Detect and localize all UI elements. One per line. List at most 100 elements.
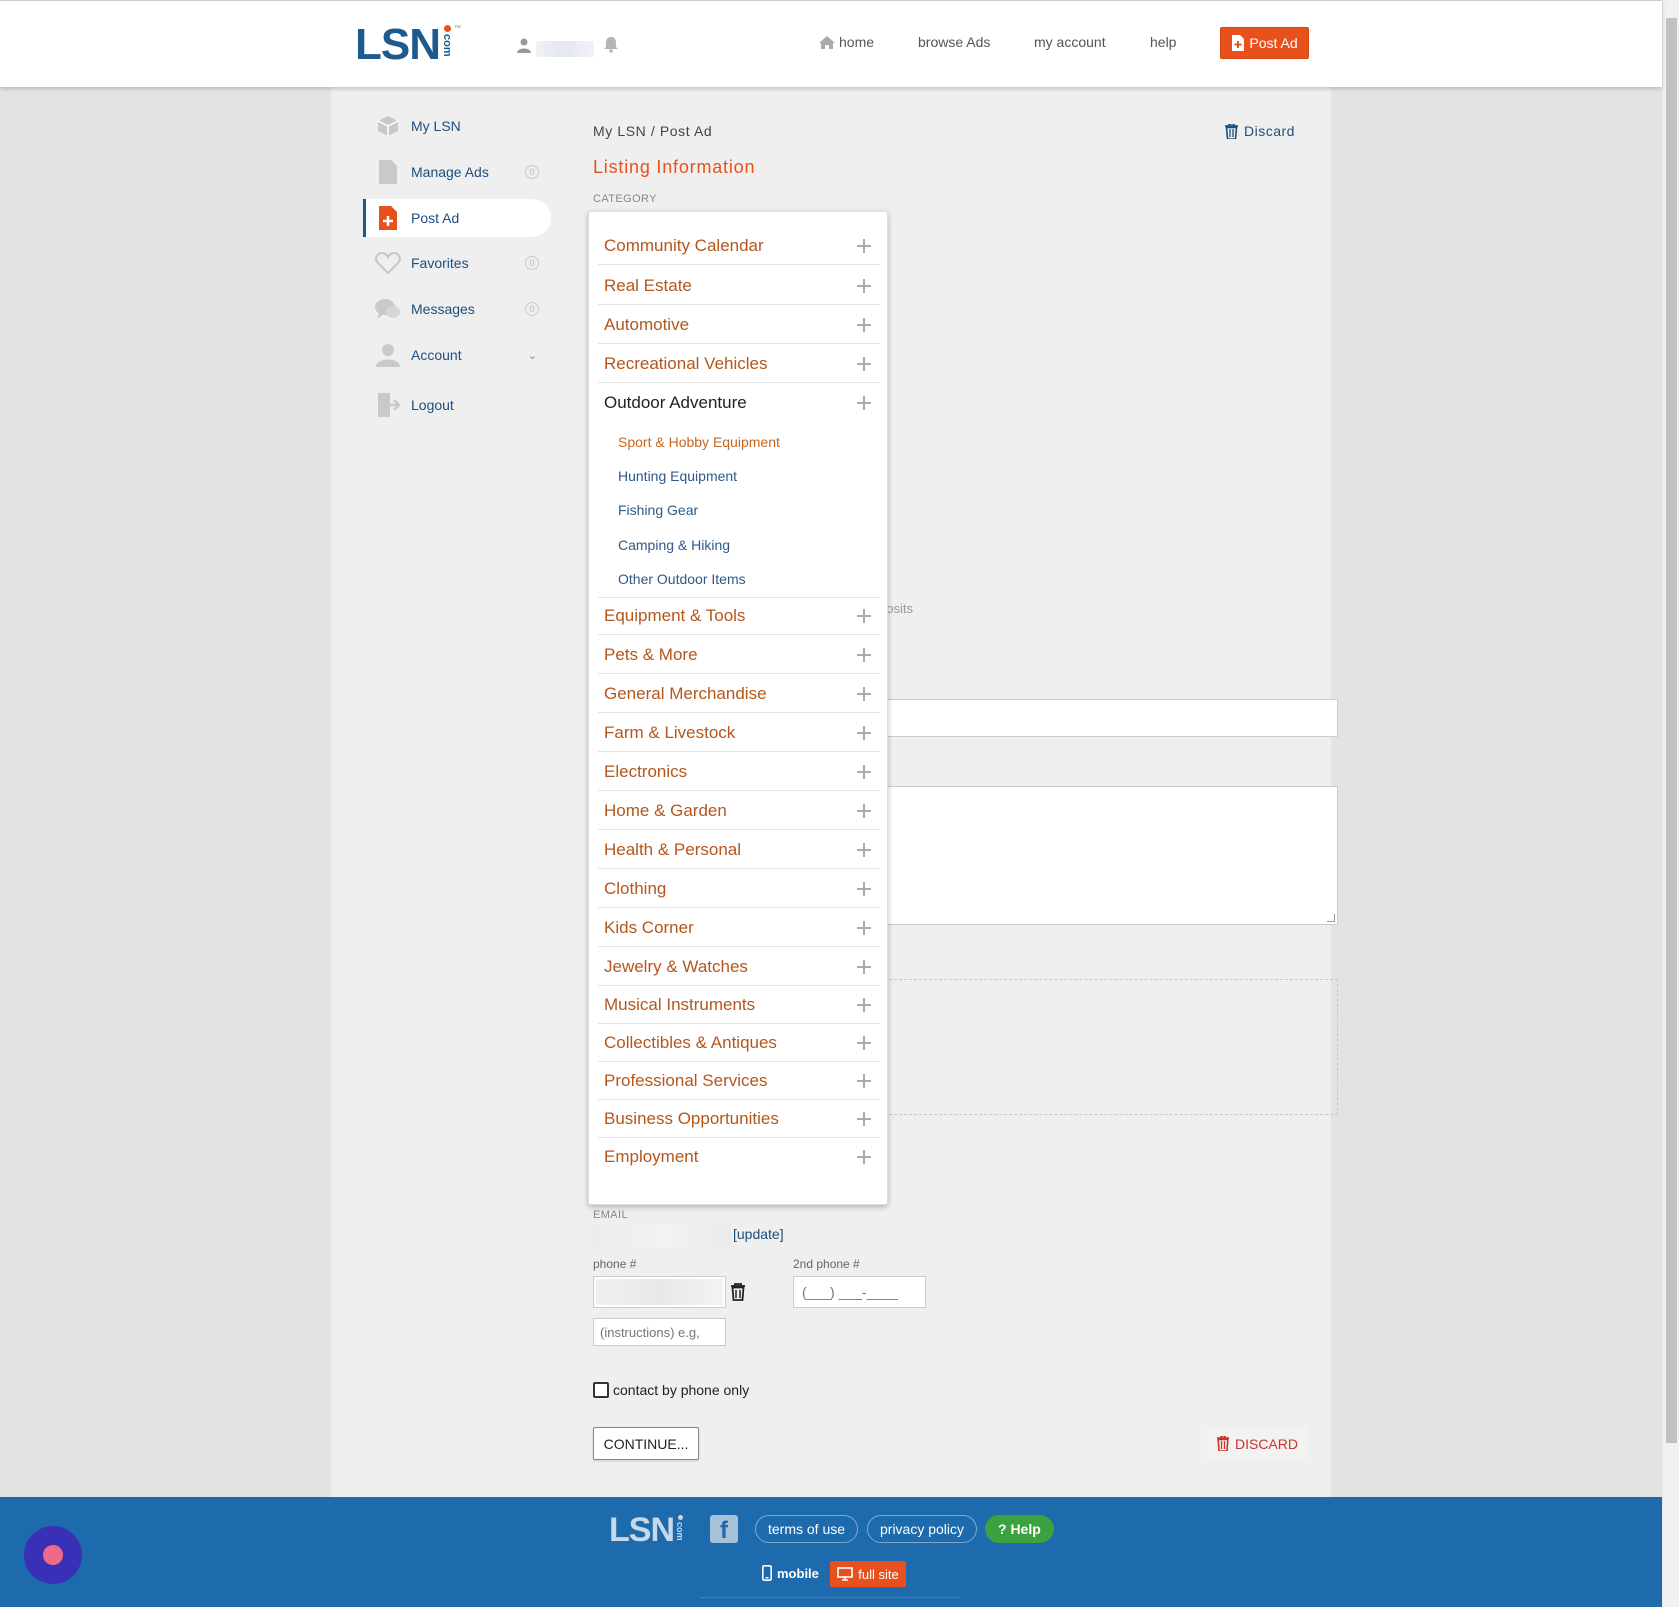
category-label: Real Estate bbox=[604, 275, 692, 295]
chat-widget-button[interactable] bbox=[24, 1526, 82, 1584]
mobile-view-link[interactable]: mobile bbox=[762, 1565, 819, 1581]
continue-button[interactable]: CONTINUE... bbox=[593, 1427, 699, 1460]
plus-icon[interactable] bbox=[857, 997, 871, 1012]
category-health-personal[interactable]: Health & Personal bbox=[598, 831, 880, 869]
subcategory-sport-hobby[interactable]: Sport & Hobby Equipment bbox=[618, 434, 780, 450]
sidebar-item-account[interactable]: Account ⌄ bbox=[363, 336, 551, 374]
checkbox-box[interactable] bbox=[593, 1382, 609, 1398]
trash-icon[interactable] bbox=[730, 1283, 746, 1301]
logo-trademark: ™ bbox=[454, 25, 461, 32]
chevron-down-icon[interactable]: ⌄ bbox=[528, 349, 537, 362]
phone-input[interactable] bbox=[593, 1276, 726, 1308]
logout-icon bbox=[375, 392, 401, 418]
second-phone-input[interactable] bbox=[793, 1276, 926, 1308]
footer-logo[interactable]: LSN com bbox=[609, 1513, 685, 1547]
plus-icon[interactable] bbox=[857, 647, 871, 662]
footer-logo-com: com bbox=[675, 1515, 685, 1541]
user-icon[interactable] bbox=[516, 37, 532, 53]
category-jewelry-watches[interactable]: Jewelry & Watches bbox=[598, 948, 880, 986]
category-automotive[interactable]: Automotive bbox=[598, 306, 880, 344]
page-scrollbar[interactable] bbox=[1662, 0, 1679, 1607]
heart-icon bbox=[375, 250, 401, 276]
terms-of-use-link[interactable]: terms of use bbox=[755, 1515, 859, 1543]
nav-browse-ads[interactable]: browse Ads bbox=[918, 34, 990, 50]
plus-icon[interactable] bbox=[857, 356, 871, 371]
category-label: Home & Garden bbox=[604, 800, 727, 820]
nav-home[interactable]: home bbox=[818, 34, 874, 50]
plus-icon[interactable] bbox=[857, 881, 871, 896]
plus-icon[interactable] bbox=[857, 959, 871, 974]
subcategory-camping[interactable]: Camping & Hiking bbox=[618, 537, 730, 553]
subcategory-hunting[interactable]: Hunting Equipment bbox=[618, 468, 737, 484]
plus-icon[interactable] bbox=[857, 1035, 871, 1050]
category-musical-instruments[interactable]: Musical Instruments bbox=[598, 986, 880, 1024]
category-label: Clothing bbox=[604, 878, 667, 898]
category-home-garden[interactable]: Home & Garden bbox=[598, 792, 880, 830]
category-electronics[interactable]: Electronics bbox=[598, 753, 880, 791]
resize-grip-icon[interactable] bbox=[1327, 914, 1335, 922]
subcategory-other-outdoor[interactable]: Other Outdoor Items bbox=[618, 571, 746, 587]
subcategory-fishing[interactable]: Fishing Gear bbox=[618, 502, 698, 518]
category-clothing[interactable]: Clothing bbox=[598, 870, 880, 908]
plus-icon[interactable] bbox=[857, 1111, 871, 1126]
category-farm-livestock[interactable]: Farm & Livestock bbox=[598, 714, 880, 752]
nav-help[interactable]: help bbox=[1150, 34, 1176, 50]
privacy-policy-link[interactable]: privacy policy bbox=[867, 1515, 978, 1543]
category-pets-more[interactable]: Pets & More bbox=[598, 636, 880, 674]
category-label: Professional Services bbox=[604, 1070, 768, 1090]
sidebar-item-post-ad[interactable]: Post Ad bbox=[363, 199, 551, 237]
category-kids-corner[interactable]: Kids Corner bbox=[598, 909, 880, 947]
facebook-icon[interactable]: f bbox=[710, 1515, 738, 1543]
plus-icon[interactable] bbox=[857, 842, 871, 857]
sidebar-item-messages[interactable]: Messages 0 bbox=[363, 290, 551, 328]
plus-icon[interactable] bbox=[857, 238, 871, 253]
description-textarea[interactable] bbox=[879, 786, 1338, 925]
plus-icon[interactable] bbox=[857, 803, 871, 818]
plus-icon[interactable] bbox=[857, 278, 871, 293]
category-professional-services[interactable]: Professional Services bbox=[598, 1062, 880, 1100]
category-real-estate[interactable]: Real Estate bbox=[598, 267, 880, 305]
plus-icon[interactable] bbox=[857, 609, 871, 623]
nav-my-account[interactable]: my account bbox=[1034, 34, 1106, 50]
category-collectibles-antiques[interactable]: Collectibles & Antiques bbox=[598, 1024, 880, 1062]
title-input[interactable] bbox=[879, 699, 1338, 737]
phone-instructions-input[interactable] bbox=[593, 1318, 726, 1346]
monitor-icon bbox=[837, 1567, 854, 1581]
category-community-calendar[interactable]: Community Calendar bbox=[598, 227, 880, 265]
bell-icon[interactable] bbox=[602, 35, 620, 53]
full-site-button[interactable]: full site bbox=[830, 1561, 906, 1587]
photo-drop-zone[interactable] bbox=[879, 979, 1338, 1115]
plus-icon[interactable] bbox=[857, 1150, 871, 1164]
category-employment[interactable]: Employment bbox=[598, 1138, 880, 1176]
category-equipment-tools[interactable]: Equipment & Tools bbox=[598, 597, 880, 635]
sidebar-item-favorites[interactable]: Favorites 0 bbox=[363, 244, 551, 282]
update-email-link[interactable]: [update] bbox=[733, 1226, 784, 1242]
scrollbar-thumb[interactable] bbox=[1666, 18, 1677, 1443]
category-recreational-vehicles[interactable]: Recreational Vehicles bbox=[598, 345, 880, 383]
category-label: Farm & Livestock bbox=[604, 722, 736, 742]
plus-icon[interactable] bbox=[857, 1073, 871, 1088]
footer-help-button[interactable]: ? Help bbox=[985, 1515, 1054, 1543]
plus-icon[interactable] bbox=[857, 317, 871, 332]
discard-bottom-button[interactable]: DISCARD bbox=[1207, 1427, 1308, 1460]
site-logo[interactable]: LSN com ™ bbox=[355, 23, 461, 67]
plus-icon[interactable] bbox=[857, 686, 871, 701]
sidebar-item-logout[interactable]: Logout bbox=[363, 386, 551, 424]
sidebar-item-my-lsn[interactable]: My LSN bbox=[363, 107, 551, 145]
plus-icon[interactable] bbox=[857, 725, 871, 740]
plus-icon[interactable] bbox=[857, 920, 871, 935]
category-label: Health & Personal bbox=[604, 839, 742, 859]
plus-icon[interactable] bbox=[857, 764, 871, 779]
category-outdoor-adventure[interactable]: Outdoor Adventure bbox=[598, 384, 880, 422]
sidebar-item-manage-ads[interactable]: Manage Ads 0 bbox=[363, 153, 551, 191]
contact-phone-only-checkbox[interactable]: contact by phone only bbox=[593, 1382, 749, 1398]
phone-value-redacted bbox=[596, 1279, 723, 1305]
plus-icon[interactable] bbox=[857, 396, 871, 410]
username-redacted[interactable] bbox=[536, 41, 594, 57]
header-post-ad-button[interactable]: Post Ad bbox=[1220, 27, 1309, 59]
category-general-merchandise[interactable]: General Merchandise bbox=[598, 675, 880, 713]
discard-top-button[interactable]: Discard bbox=[1225, 123, 1295, 139]
section-title: Listing Information bbox=[593, 157, 756, 177]
category-label: Collectibles & Antiques bbox=[604, 1032, 777, 1052]
category-business-opportunities[interactable]: Business Opportunities bbox=[598, 1100, 880, 1138]
